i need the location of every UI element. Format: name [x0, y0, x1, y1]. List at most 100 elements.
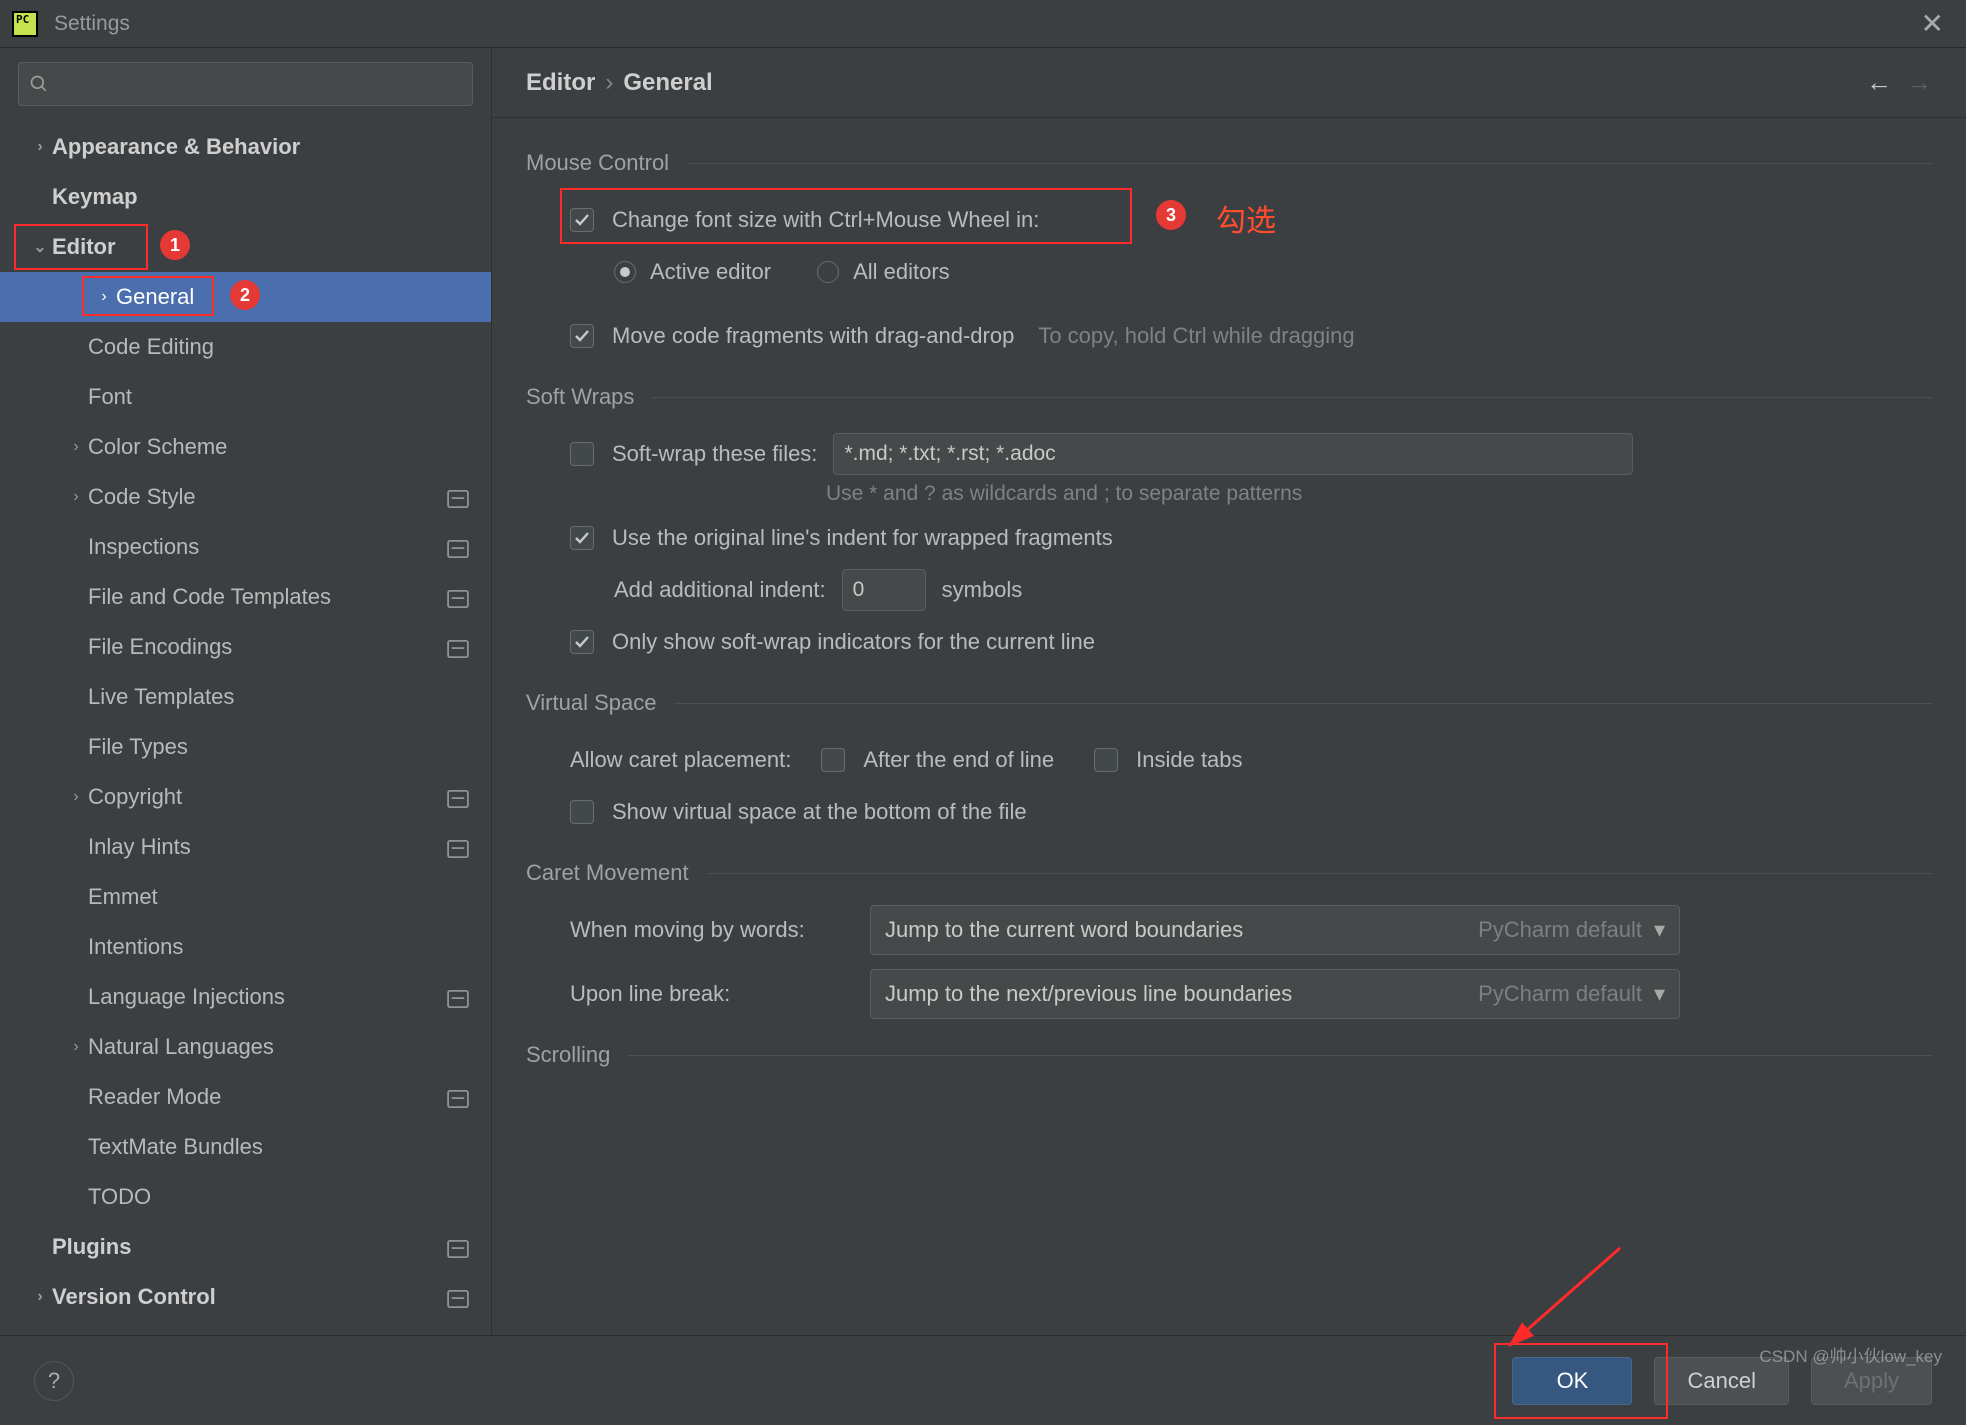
- annotation-badge-2: 2: [230, 280, 260, 310]
- checkbox-original-indent[interactable]: [570, 526, 594, 550]
- project-scope-icon: [447, 588, 469, 606]
- checkbox-change-font-size[interactable]: [570, 208, 594, 232]
- search-icon: [29, 74, 49, 94]
- group-title: Virtual Space: [526, 690, 656, 716]
- project-scope-icon: [447, 838, 469, 856]
- tree-item-label: Plugins: [52, 1234, 447, 1260]
- button-bar: ? OK Cancel Apply: [0, 1335, 1966, 1425]
- ok-button[interactable]: OK: [1512, 1357, 1632, 1405]
- tree-item-color-scheme[interactable]: ›Color Scheme: [0, 422, 491, 472]
- select-default-hint: PyCharm default: [1478, 917, 1642, 943]
- project-scope-icon: [447, 1288, 469, 1306]
- tree-item-font[interactable]: Font: [0, 372, 491, 422]
- label-only-current-line: Only show soft-wrap indicators for the c…: [612, 629, 1095, 655]
- tree-item-intentions[interactable]: Intentions: [0, 922, 491, 972]
- input-add-indent[interactable]: [842, 569, 926, 611]
- tree-item-natural-languages[interactable]: ›Natural Languages: [0, 1022, 491, 1072]
- chevron-right-icon: ›: [64, 438, 88, 456]
- tree-item-label: Code Editing: [88, 334, 491, 360]
- tree-item-plugins[interactable]: Plugins: [0, 1222, 491, 1272]
- project-scope-icon: [447, 988, 469, 1006]
- tree-item-reader-mode[interactable]: Reader Mode: [0, 1072, 491, 1122]
- tree-item-label: Appearance & Behavior: [52, 134, 491, 160]
- label-add-indent: Add additional indent:: [614, 577, 826, 603]
- chevron-right-icon: ›: [28, 1288, 52, 1306]
- checkbox-only-current-line[interactable]: [570, 630, 594, 654]
- search-input[interactable]: [18, 62, 473, 106]
- hint-wildcards: Use * and ? as wildcards and ; to separa…: [526, 482, 1932, 506]
- tree-item-label: TODO: [88, 1184, 491, 1210]
- checkbox-soft-wrap-files[interactable]: [570, 442, 594, 466]
- chevron-right-icon: ›: [92, 288, 116, 306]
- hint-drag-and-drop: To copy, hold Ctrl while dragging: [1038, 323, 1354, 349]
- breadcrumb: Editor › General ← →: [492, 48, 1966, 118]
- project-scope-icon: [447, 488, 469, 506]
- label-active-editor: Active editor: [650, 259, 771, 285]
- tree-item-label: Editor: [52, 234, 491, 260]
- label-by-words: When moving by words:: [570, 917, 870, 943]
- checkbox-show-virtual-bottom[interactable]: [570, 800, 594, 824]
- tree-item-file-encodings[interactable]: File Encodings: [0, 622, 491, 672]
- select-by-words[interactable]: Jump to the current word boundaries PyCh…: [870, 905, 1680, 955]
- tree-item-inspections[interactable]: Inspections: [0, 522, 491, 572]
- tree-item-file-and-code-templates[interactable]: File and Code Templates: [0, 572, 491, 622]
- checkbox-inside-tabs[interactable]: [1094, 748, 1118, 772]
- checkbox-drag-and-drop[interactable]: [570, 324, 594, 348]
- tree-item-label: Emmet: [88, 884, 491, 910]
- label-all-editors: All editors: [853, 259, 950, 285]
- tree-item-label: File Encodings: [88, 634, 447, 660]
- chevron-right-icon: ›: [64, 788, 88, 806]
- tree-item-file-types[interactable]: File Types: [0, 722, 491, 772]
- close-icon[interactable]: ✕: [1911, 3, 1954, 44]
- settings-tree[interactable]: ›Appearance & BehaviorKeymap⌄Editor1›Gen…: [0, 116, 491, 1335]
- chevron-down-icon: ▾: [1654, 917, 1665, 943]
- tree-item-code-editing[interactable]: Code Editing: [0, 322, 491, 372]
- tree-item-label: Live Templates: [88, 684, 491, 710]
- group-scrolling: Scrolling: [526, 1042, 1932, 1068]
- tree-item-version-control[interactable]: ›Version Control: [0, 1272, 491, 1322]
- tree-item-copyright[interactable]: ›Copyright: [0, 772, 491, 822]
- project-scope-icon: [447, 638, 469, 656]
- tree-item-keymap[interactable]: Keymap: [0, 172, 491, 222]
- tree-item-language-injections[interactable]: Language Injections: [0, 972, 491, 1022]
- label-change-font-size: Change font size with Ctrl+Mouse Wheel i…: [612, 207, 1039, 233]
- label-allow-caret: Allow caret placement:: [570, 747, 791, 773]
- radio-active-editor[interactable]: [614, 261, 636, 283]
- select-line-break[interactable]: Jump to the next/previous line boundarie…: [870, 969, 1680, 1019]
- tree-item-label: Color Scheme: [88, 434, 491, 460]
- tree-item-label: Reader Mode: [88, 1084, 447, 1110]
- tree-item-label: File and Code Templates: [88, 584, 447, 610]
- project-scope-icon: [447, 788, 469, 806]
- tree-item-editor[interactable]: ⌄Editor1: [0, 222, 491, 272]
- annotation-badge-3: 3: [1156, 200, 1186, 230]
- group-soft-wraps: Soft Wraps Soft-wrap these files: Use * …: [526, 384, 1932, 668]
- back-icon[interactable]: ←: [1866, 67, 1892, 98]
- chevron-down-icon: ⌄: [28, 237, 52, 257]
- group-title: Caret Movement: [526, 860, 689, 886]
- tree-item-todo[interactable]: TODO: [0, 1172, 491, 1222]
- radio-all-editors[interactable]: [817, 261, 839, 283]
- breadcrumb-a: Editor: [526, 69, 595, 97]
- chevron-right-icon: ›: [64, 1038, 88, 1056]
- tree-item-general[interactable]: ›General2: [0, 272, 491, 322]
- chevron-right-icon: ›: [64, 488, 88, 506]
- label-drag-and-drop: Move code fragments with drag-and-drop: [612, 323, 1014, 349]
- tree-item-label: General: [116, 284, 491, 310]
- group-mouse-control: Mouse Control 3 勾选 Change font size with…: [526, 150, 1932, 362]
- group-caret-movement: Caret Movement When moving by words: Jum…: [526, 860, 1932, 1020]
- input-soft-wrap-patterns[interactable]: [833, 433, 1633, 475]
- tree-item-live-templates[interactable]: Live Templates: [0, 672, 491, 722]
- tree-item-emmet[interactable]: Emmet: [0, 872, 491, 922]
- select-default-hint: PyCharm default: [1478, 981, 1642, 1007]
- help-button[interactable]: ?: [34, 1361, 74, 1401]
- tree-item-code-style[interactable]: ›Code Style: [0, 472, 491, 522]
- tree-item-inlay-hints[interactable]: Inlay Hints: [0, 822, 491, 872]
- watermark: CSDN @帅小伙low_key: [1759, 1342, 1942, 1367]
- main-panel: Editor › General ← → Mouse Control 3 勾选 …: [492, 48, 1966, 1335]
- tree-item-appearance-behavior[interactable]: ›Appearance & Behavior: [0, 122, 491, 172]
- titlebar: Settings ✕: [0, 0, 1966, 48]
- checkbox-after-eol[interactable]: [821, 748, 845, 772]
- tree-item-textmate-bundles[interactable]: TextMate Bundles: [0, 1122, 491, 1172]
- chevron-right-icon: ›: [605, 69, 613, 97]
- select-value: Jump to the next/previous line boundarie…: [885, 981, 1464, 1007]
